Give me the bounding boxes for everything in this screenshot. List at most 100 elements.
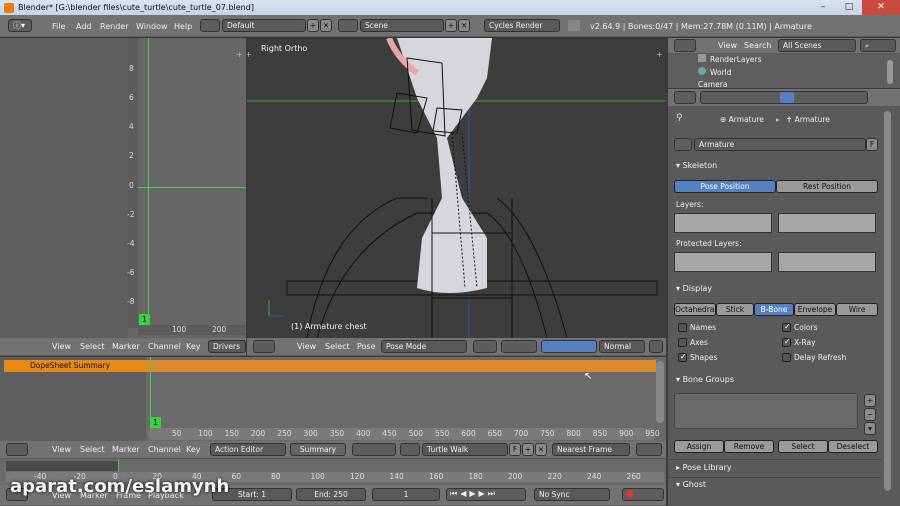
dopesheet-summary-channel[interactable]: DopeSheet Summary — [4, 360, 146, 372]
editor-type-icon[interactable] — [674, 91, 696, 104]
menu-select[interactable]: Select — [80, 441, 105, 458]
menu-view[interactable]: View — [52, 338, 71, 355]
end-frame-field[interactable]: End: 250 — [296, 488, 366, 501]
driver-editor[interactable]: 8 6 4 2 0 -2 -4 -6 -8 1 100 200 + — [0, 38, 246, 338]
deselect-button[interactable]: Deselect — [828, 440, 878, 453]
outliner-scrollbar[interactable] — [887, 60, 893, 84]
minimize-button[interactable]: – — [810, 0, 836, 15]
rest-position-button[interactable]: Rest Position — [776, 180, 878, 193]
outliner-item[interactable]: Camera — [698, 80, 727, 88]
current-frame-field[interactable]: 1 — [372, 488, 440, 501]
pose-position-button[interactable]: Pose Position — [674, 180, 776, 193]
3d-viewport[interactable]: Right Ortho (1) Armature chest + + — [247, 38, 666, 338]
shapes-checkbox[interactable] — [678, 352, 687, 362]
menu-add[interactable]: Add — [76, 18, 92, 35]
summary-toggle[interactable]: Summary — [290, 443, 346, 456]
select-button[interactable]: Select — [778, 440, 828, 453]
render-engine-dropdown[interactable]: Cycles Render — [484, 19, 560, 32]
remove-scene-button[interactable]: ✕ — [458, 19, 470, 32]
menu-key[interactable]: Key — [186, 441, 201, 458]
layers-grid-left[interactable] — [674, 213, 772, 233]
dopesheet-mode-dropdown[interactable]: Action Editor — [210, 443, 286, 456]
viewport-shading-icon[interactable] — [473, 340, 497, 353]
menu-window[interactable]: Window — [136, 18, 168, 35]
outliner-item[interactable]: RenderLayers — [698, 54, 762, 64]
keying-icons[interactable] — [622, 488, 664, 501]
delay-refresh-checkbox[interactable] — [782, 353, 791, 362]
remove-button[interactable]: Remove — [724, 440, 774, 453]
menu-search[interactable]: Search — [744, 37, 771, 54]
menu-select[interactable]: Select — [80, 338, 105, 355]
sync-dropdown[interactable]: No Sync — [534, 488, 610, 501]
menu-select[interactable]: Select — [325, 338, 350, 355]
bone-groups-panel-header[interactable]: ▾ Bone Groups — [676, 375, 734, 384]
action-icon[interactable] — [400, 443, 420, 456]
menu-render[interactable]: Render — [100, 18, 128, 35]
menu-channel[interactable]: Channel — [148, 441, 181, 458]
pivot-icon[interactable] — [501, 340, 537, 353]
graph-mode-dropdown[interactable]: Drivers — [208, 340, 246, 353]
xray-checkbox[interactable] — [782, 337, 791, 347]
armature-name-field[interactable]: Armature — [694, 138, 866, 151]
menu-view[interactable]: View — [52, 441, 71, 458]
add-bone-group-button[interactable]: + — [864, 394, 876, 407]
fake-user-button[interactable]: F — [866, 138, 878, 151]
menu-file[interactable]: File — [52, 18, 65, 35]
menu-marker[interactable]: Marker — [112, 441, 140, 458]
menu-channel[interactable]: Channel — [148, 338, 181, 355]
pose-library-panel-header[interactable]: ▸ Pose Library — [676, 463, 732, 472]
remove-bone-group-button[interactable]: − — [864, 408, 876, 421]
screen-layout-field[interactable]: Default — [222, 19, 306, 32]
colors-checkbox[interactable] — [782, 322, 791, 332]
octahedral-button[interactable]: Octahedral — [674, 303, 716, 316]
playback-controls[interactable]: ⏮◀▶▶⏭ — [446, 488, 526, 501]
menu-view[interactable]: View — [297, 338, 316, 355]
remove-layout-button[interactable]: ✕ — [320, 19, 332, 32]
menu-pose[interactable]: Pose — [357, 338, 376, 355]
action-name-field[interactable]: Turtle Walk — [422, 443, 508, 456]
protected-grid-right[interactable] — [778, 252, 876, 272]
manipulator-icons[interactable] — [541, 340, 597, 353]
editor-type-icon[interactable] — [253, 340, 275, 353]
maximize-button[interactable]: □ — [836, 0, 862, 15]
display-panel-header[interactable]: ▾ Display — [676, 284, 712, 293]
scene-field[interactable]: Scene — [360, 19, 444, 32]
envelope-button[interactable]: Envelope — [794, 303, 836, 316]
menu-help[interactable]: Help — [174, 18, 192, 35]
add-layout-button[interactable]: + — [307, 19, 319, 32]
bone-groups-list[interactable] — [674, 393, 858, 429]
mode-dropdown[interactable]: Pose Mode — [381, 340, 467, 353]
protected-grid-left[interactable] — [674, 252, 772, 272]
add-scene-button[interactable]: + — [445, 19, 457, 32]
wire-button[interactable]: Wire — [836, 303, 878, 316]
remove-action-button[interactable]: ✕ — [535, 443, 547, 456]
armature-data-tab-icon[interactable] — [780, 92, 794, 103]
menu-marker[interactable]: Marker — [112, 338, 140, 355]
axes-checkbox[interactable] — [678, 338, 687, 347]
frame-marker[interactable]: 1 — [150, 417, 161, 428]
screen-layout-icon[interactable] — [200, 19, 220, 32]
copy-paste-icons[interactable] — [636, 443, 662, 456]
bbone-button[interactable]: B-Bone — [754, 303, 794, 316]
menu-view[interactable]: View — [718, 37, 737, 54]
close-button[interactable]: ✕ — [862, 0, 900, 15]
properties-scrollbar[interactable] — [884, 111, 891, 491]
menu-key[interactable]: Key — [186, 338, 201, 355]
frame-marker[interactable]: 1 — [139, 314, 150, 325]
outliner-tree[interactable]: RenderLayers World Camera — [668, 54, 900, 88]
display-mode-dropdown[interactable]: All Scenes — [778, 39, 856, 52]
editor-type-icon[interactable]: ⓘ▾ — [8, 19, 32, 32]
vertical-scrollbar[interactable] — [656, 361, 664, 423]
search-input[interactable]: ⌕ — [860, 39, 896, 52]
names-checkbox[interactable] — [678, 323, 687, 332]
editor-type-icon[interactable] — [674, 39, 696, 52]
add-region-icon[interactable]: + — [247, 50, 252, 59]
scene-icon[interactable] — [338, 19, 358, 32]
stick-button[interactable]: Stick — [716, 303, 754, 316]
add-region-icon[interactable]: + — [236, 50, 244, 59]
ghost-panel-header[interactable]: ▾ Ghost — [676, 480, 706, 489]
add-action-button[interactable]: + — [522, 443, 534, 456]
add-region-icon[interactable]: + — [656, 50, 663, 59]
pin-icon[interactable]: ⚲ — [676, 113, 688, 125]
layers-grid-right[interactable] — [778, 213, 876, 233]
